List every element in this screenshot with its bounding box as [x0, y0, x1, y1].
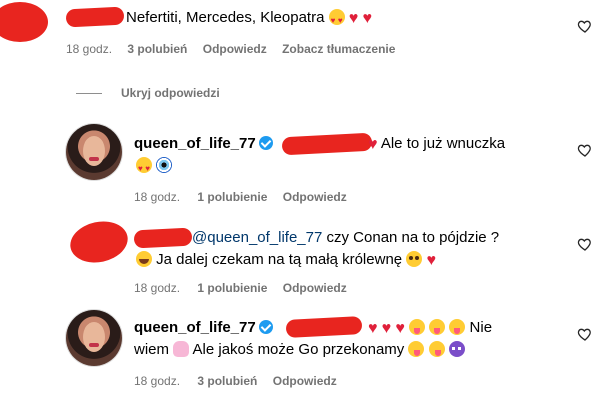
reply-meta: 18 godz. 1 polubienie Odpowiedz — [134, 281, 347, 295]
redacted-username — [285, 316, 363, 338]
reply-text-tail: ♥ Ale to już wnuczka — [368, 134, 505, 154]
likes-count[interactable]: 1 polubienie — [197, 190, 267, 204]
reply-meta: 18 godz. 3 polubień Odpowiedz — [134, 374, 337, 388]
timestamp: 18 godz. — [66, 42, 113, 56]
comment-text: Nefertiti, Mercedes, Kleopatra ♥ ♥ — [126, 8, 372, 31]
verified-badge-icon — [258, 320, 273, 334]
likes-count[interactable]: 3 polubień — [197, 374, 257, 388]
avatar[interactable] — [66, 216, 132, 268]
reply-body: Nie — [469, 319, 493, 336]
timestamp: 18 godz. — [134, 281, 181, 295]
divider — [76, 93, 102, 94]
avatar[interactable] — [66, 310, 122, 366]
heart-emoji-icon: ♥ — [395, 320, 405, 337]
like-heart-icon[interactable] — [577, 236, 593, 252]
like-heart-icon[interactable] — [577, 142, 593, 158]
heart-eyes-emoji-icon — [328, 9, 345, 31]
redacted-username — [133, 227, 193, 249]
heart-emoji-icon: ♥ — [368, 136, 378, 153]
person-gesturing-emoji-icon — [173, 341, 190, 357]
reply-text-line1: queen_of_life_77 — [134, 318, 273, 338]
avatar-lips — [89, 343, 99, 347]
reply-body-line2: Ja dalej czekam na tą małą królewnę — [156, 251, 403, 268]
reply-body-line2b: Ale jakoś może Go przekonamy — [192, 341, 405, 358]
reply-text-tail: ♥ ♥ ♥ Nie — [368, 318, 492, 338]
squinting-tongue-emoji-icon — [449, 319, 466, 335]
squinting-tongue-emoji-icon — [429, 319, 446, 335]
heart-eyes-emoji-icon — [136, 157, 152, 179]
verified-badge-icon — [258, 136, 273, 150]
reply-button[interactable]: Odpowiedz — [283, 281, 347, 295]
username[interactable]: queen_of_life_77 — [134, 319, 256, 336]
like-heart-icon[interactable] — [577, 18, 593, 34]
heart-emoji-icon: ♥ — [381, 320, 392, 337]
reply-text-line2: wiem Ale jakoś może Go przekonamy — [134, 340, 465, 360]
reply-button[interactable]: Odpowiedz — [203, 42, 267, 56]
heart-emoji-icon: ♥ — [348, 10, 359, 27]
reply-text-line1: @queen_of_life_77 czy Conan na to pójdzi… — [192, 228, 499, 248]
smiling-devil-emoji-icon — [448, 341, 465, 357]
reply-button[interactable]: Odpowiedz — [283, 190, 347, 204]
heart-emoji-icon: ♥ — [362, 10, 372, 27]
likes-count[interactable]: 1 polubienie — [197, 281, 267, 295]
reply-text-line2: Ja dalej czekam na tą małą królewnę ♥ — [136, 250, 436, 270]
reply-body: Ale to już wnuczka — [380, 135, 506, 152]
comment-meta: 18 godz. 3 polubień Odpowiedz Zobacz tłu… — [66, 42, 395, 56]
grinning-squinting-emoji-icon — [136, 251, 152, 267]
squinting-tongue-emoji-icon — [409, 319, 426, 335]
zany-face-emoji-icon — [408, 341, 425, 357]
heart-emoji-icon: ♥ — [426, 252, 436, 269]
reply-meta: 18 godz. 1 polubienie Odpowiedz — [134, 190, 347, 204]
timestamp: 18 godz. — [134, 190, 181, 204]
nazar-amulet-emoji-icon — [156, 157, 173, 173]
redacted-username — [65, 6, 125, 28]
reply-text-line1: queen_of_life_77 — [134, 134, 273, 154]
reply-button[interactable]: Odpowiedz — [273, 374, 337, 388]
reply-body: czy Conan na to pójdzie ? — [326, 229, 500, 246]
heart-emoji-icon: ♥ — [368, 320, 378, 337]
reply-text-line2 — [136, 156, 173, 179]
comment-body: Nefertiti, Mercedes, Kleopatra — [126, 9, 325, 26]
username[interactable]: queen_of_life_77 — [134, 135, 256, 152]
avatar[interactable] — [66, 124, 122, 180]
zany-face-emoji-icon — [428, 341, 445, 357]
avatar-face — [83, 136, 105, 166]
hide-replies-button[interactable]: Ukryj odpowiedzi — [121, 86, 220, 100]
mention-link[interactable]: @queen_of_life_77 — [192, 229, 322, 246]
avatar-face — [83, 322, 105, 352]
redacted-username — [281, 132, 373, 156]
timestamp: 18 godz. — [134, 374, 181, 388]
translate-button[interactable]: Zobacz tłumaczenie — [282, 42, 395, 56]
hide-replies-label: Ukryj odpowiedzi — [121, 86, 220, 100]
avatar[interactable] — [0, 2, 48, 42]
reply-body-line2: wiem — [134, 341, 170, 358]
like-heart-icon[interactable] — [577, 326, 593, 342]
pleading-face-emoji-icon — [406, 251, 423, 267]
likes-count[interactable]: 3 polubień — [127, 42, 187, 56]
avatar-lips — [89, 157, 99, 161]
